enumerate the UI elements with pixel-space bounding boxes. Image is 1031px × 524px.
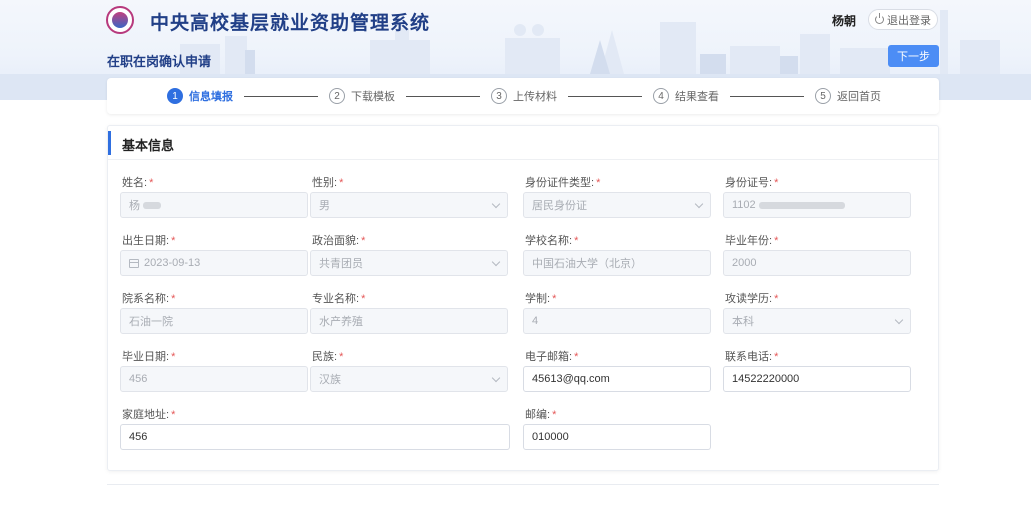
step-connector [406, 96, 480, 97]
card-header: 基本信息 [108, 126, 938, 160]
graduation-date-label: 毕业日期: * [122, 351, 176, 363]
basic-info-card: 基本信息 姓名: * 杨 性别: * 男 身份证件类型: * 居民身份证 身份证号: *… [107, 125, 939, 471]
duration-input[interactable]: 4 [523, 308, 711, 334]
id-type-select[interactable]: 居民身份证 [523, 192, 711, 218]
next-step-button[interactable]: 下一步 [888, 45, 939, 67]
degree-select[interactable]: 本科 [723, 308, 911, 334]
chevron-down-icon [894, 315, 904, 325]
political-status-select[interactable]: 共青团员 [310, 250, 508, 276]
step-number: 5 [815, 88, 831, 104]
school-name-input[interactable]: 中国石油大学（北京） [523, 250, 711, 276]
footer-divider [107, 484, 939, 485]
step-progress: 1 信息填报 2 下载模板 3 上传材料 4 结果查看 5 返回首页 [107, 78, 939, 114]
logout-label: 退出登录 [887, 14, 931, 27]
step-number: 3 [491, 88, 507, 104]
email-label: 电子邮箱: * [525, 351, 579, 363]
graduation-year-input[interactable]: 2000 [723, 250, 911, 276]
step-info-fill[interactable]: 1 信息填报 [167, 88, 233, 104]
page-title: 在职在岗确认申请 [107, 54, 212, 69]
gender-select[interactable]: 男 [310, 192, 508, 218]
step-label: 下载模板 [351, 91, 395, 103]
card-title: 基本信息 [122, 138, 175, 153]
step-upload-materials[interactable]: 3 上传材料 [491, 88, 557, 104]
id-type-label: 身份证件类型: * [525, 177, 601, 189]
major-input[interactable]: 水产养殖 [310, 308, 508, 334]
step-return-home[interactable]: 5 返回首页 [815, 88, 881, 104]
name-input[interactable]: 杨 [120, 192, 308, 218]
step-view-result[interactable]: 4 结果查看 [653, 88, 719, 104]
degree-label: 攻读学历: * [725, 293, 779, 305]
ethnicity-label: 民族: * [312, 351, 344, 363]
university-logo [106, 6, 134, 34]
gender-label: 性别: * [312, 177, 344, 189]
card-accent-bar [108, 131, 111, 155]
duration-label: 学制: * [525, 293, 557, 305]
chevron-down-icon [491, 199, 501, 209]
chevron-down-icon [491, 257, 501, 267]
major-label: 专业名称: * [312, 293, 366, 305]
id-number-label: 身份证号: * [725, 177, 779, 189]
id-number-input[interactable]: 1102 [723, 192, 911, 218]
chevron-down-icon [694, 199, 704, 209]
name-label: 姓名: * [122, 177, 154, 189]
step-label: 返回首页 [837, 91, 881, 103]
ethnicity-select[interactable]: 汉族 [310, 366, 508, 392]
step-label: 信息填报 [189, 91, 233, 103]
step-download-template[interactable]: 2 下载模板 [329, 88, 395, 104]
step-number: 2 [329, 88, 345, 104]
graduation-date-input[interactable]: 456 [120, 366, 308, 392]
logout-button[interactable]: 退出登录 [868, 9, 938, 30]
step-connector [568, 96, 642, 97]
step-connector [244, 96, 318, 97]
step-number: 4 [653, 88, 669, 104]
phone-input[interactable]: 14522220000 [723, 366, 911, 392]
political-status-label: 政治面貌: * [312, 235, 366, 247]
postcode-input[interactable]: 010000 [523, 424, 711, 450]
step-connector [730, 96, 804, 97]
power-icon [875, 13, 884, 24]
email-input[interactable]: 45613@qq.com [523, 366, 711, 392]
graduation-year-label: 毕业年份: * [725, 235, 779, 247]
address-input[interactable]: 456 [120, 424, 510, 450]
postcode-label: 邮编: * [525, 409, 557, 421]
phone-label: 联系电话: * [725, 351, 779, 363]
birth-date-label: 出生日期: * [122, 235, 176, 247]
school-name-label: 学校名称: * [525, 235, 579, 247]
step-number: 1 [167, 88, 183, 104]
address-label: 家庭地址: * [122, 409, 176, 421]
step-label: 上传材料 [513, 91, 557, 103]
department-input[interactable]: 石油一院 [120, 308, 308, 334]
step-label: 结果查看 [675, 91, 719, 103]
birth-date-picker[interactable]: 2023-09-13 [120, 250, 308, 276]
user-name: 杨朝 [832, 14, 857, 28]
system-title: 中央高校基层就业资助管理系统 [150, 13, 431, 34]
chevron-down-icon [491, 373, 501, 383]
calendar-icon [129, 258, 139, 268]
department-label: 院系名称: * [122, 293, 176, 305]
